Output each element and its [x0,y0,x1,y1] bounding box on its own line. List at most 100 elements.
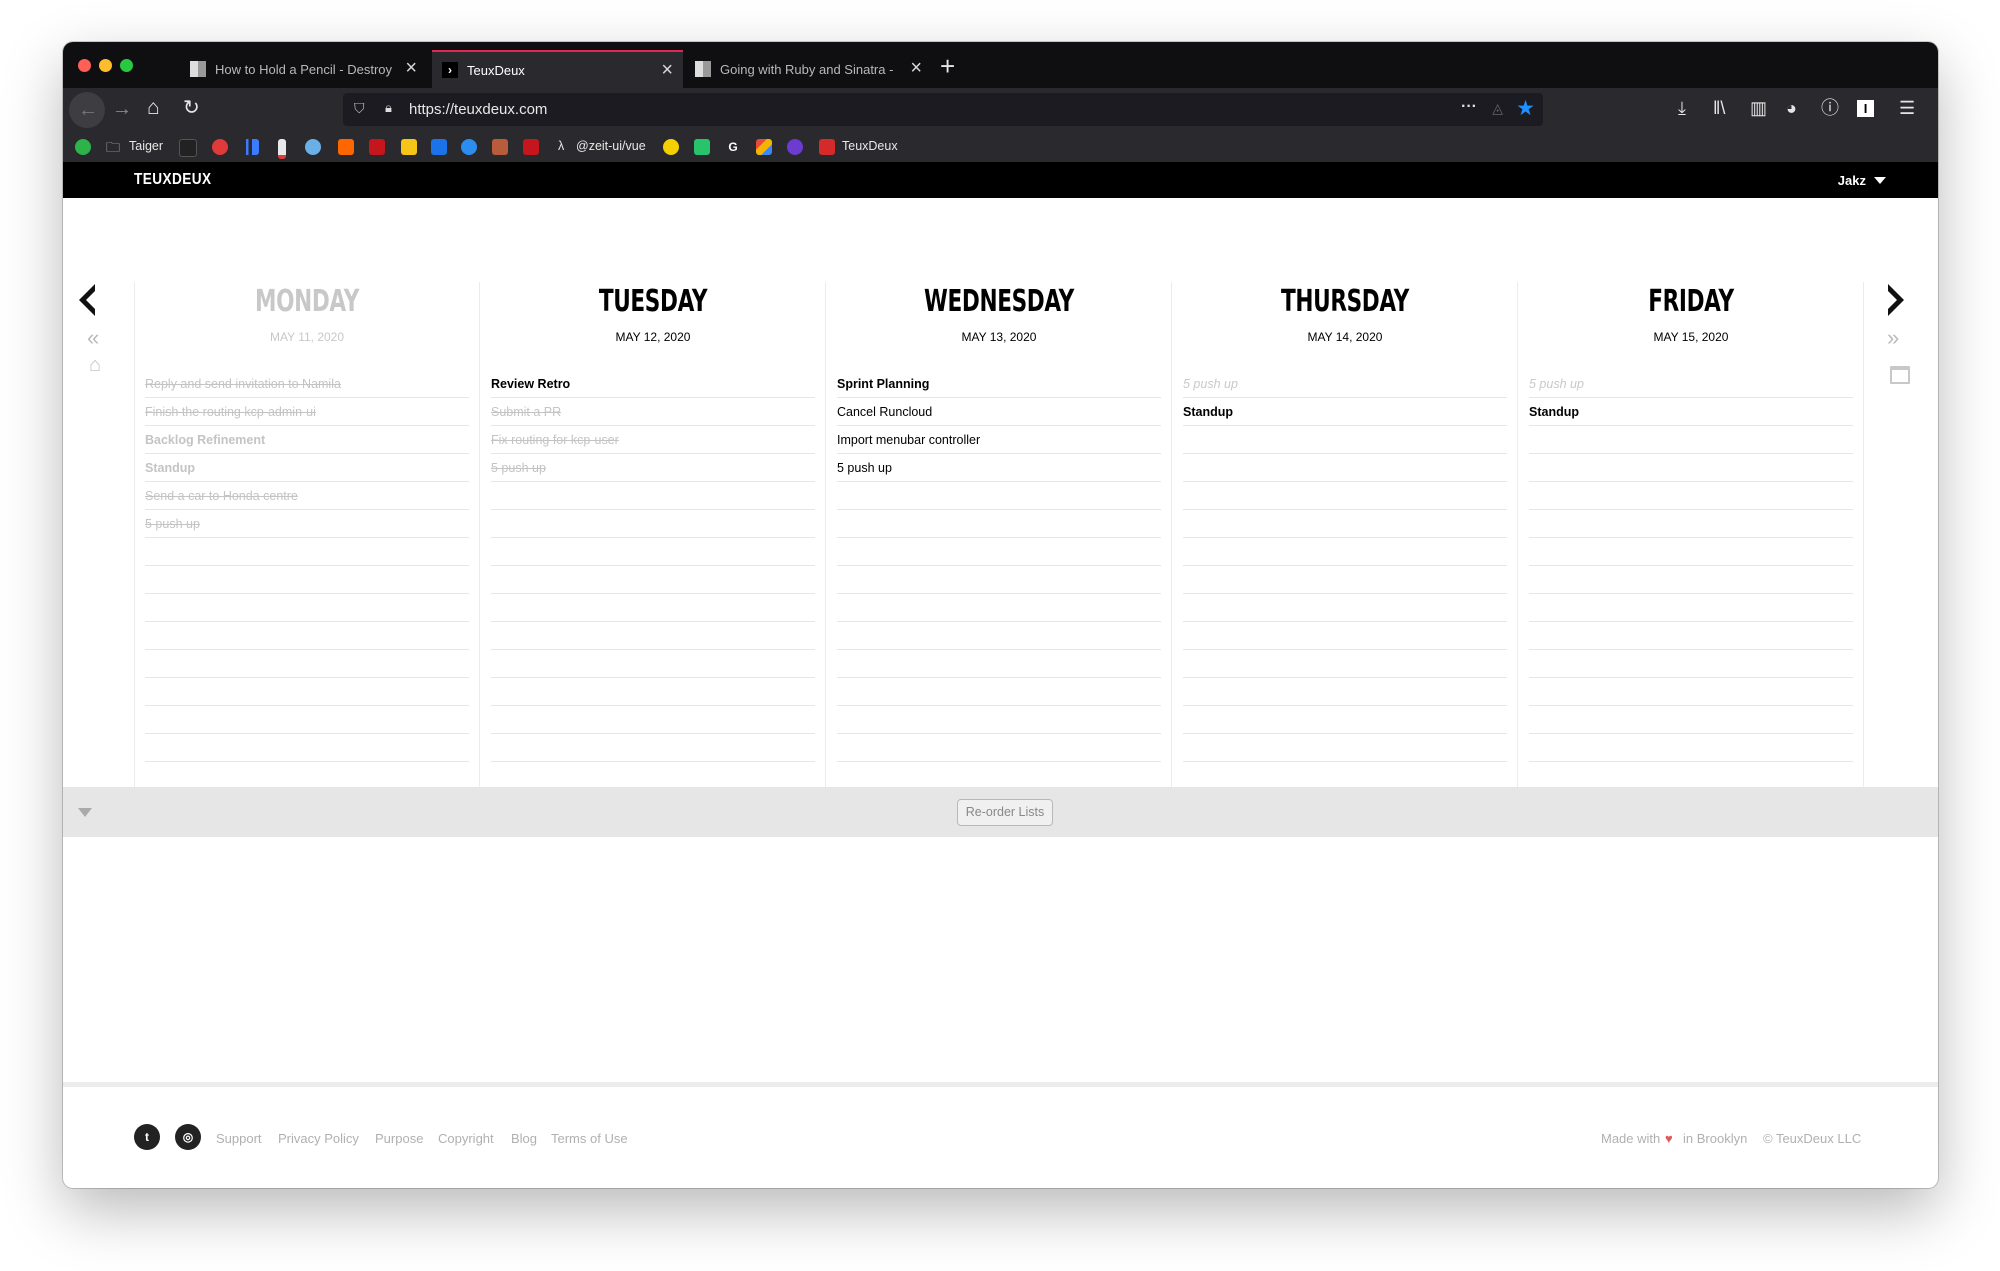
empty-todo-line[interactable] [837,482,1161,510]
empty-todo-line[interactable] [1183,678,1507,706]
empty-todo-line[interactable] [837,622,1161,650]
empty-todo-line[interactable] [491,538,815,566]
tab-teuxdeux[interactable]: › TeuxDeux × [432,50,683,88]
bookmark-teuxdeux[interactable]: TeuxDeux [842,139,898,153]
user-menu[interactable]: Jakz [1838,173,1866,188]
instagram-icon[interactable]: ◎ [175,1124,201,1150]
empty-todo-line[interactable] [145,678,469,706]
bookmark-people-icon[interactable] [492,139,508,155]
twitter-icon[interactable]: t [134,1124,160,1150]
todo-item[interactable]: Backlog Refinement [145,426,469,454]
empty-todo-line[interactable] [1183,482,1507,510]
day-name[interactable]: TUESDAY [528,284,777,319]
previous-week-icon[interactable]: « [87,325,99,351]
library-icon[interactable]: ‖\ [1713,99,1725,117]
bookmark-m-icon[interactable] [369,139,385,155]
todo-item[interactable]: Import menubar controller [837,426,1161,454]
close-tab-icon[interactable]: × [405,58,417,78]
empty-todo-line[interactable] [491,762,815,790]
empty-todo-line[interactable] [491,482,815,510]
close-tab-icon[interactable]: × [661,60,673,80]
empty-todo-line[interactable] [1529,594,1853,622]
todo-item[interactable]: Fix routing for kcp-user [491,426,815,454]
empty-todo-line[interactable] [837,734,1161,762]
bookmark-stack-icon[interactable] [179,139,197,157]
collapse-triangle-icon[interactable] [78,808,92,817]
home-icon[interactable]: ⌂ [147,97,160,118]
empty-todo-line[interactable] [145,650,469,678]
empty-todo-line[interactable] [1183,734,1507,762]
empty-todo-line[interactable] [1183,538,1507,566]
empty-todo-line[interactable] [1183,454,1507,482]
teuxdeux-logo[interactable]: TEUXDEUX [134,171,211,189]
lock-icon[interactable]: 🔒︎ [385,100,392,116]
empty-todo-line[interactable] [491,706,815,734]
today-home-icon[interactable]: ⌂ [89,354,101,377]
todo-item[interactable]: Standup [145,454,469,482]
todo-item[interactable]: Submit a PR [491,398,815,426]
bookmark-green-icon[interactable] [75,139,91,155]
bookmark-red-icon[interactable] [212,139,228,155]
empty-todo-line[interactable] [491,622,815,650]
empty-todo-line[interactable] [1183,650,1507,678]
bookmark-tree-icon[interactable] [305,139,321,155]
empty-todo-line[interactable] [837,566,1161,594]
bookmark-box-icon[interactable] [756,139,772,155]
empty-todo-line[interactable] [837,594,1161,622]
empty-todo-line[interactable] [1183,426,1507,454]
back-button[interactable]: ← [69,92,105,128]
day-name[interactable]: THURSDAY [1220,284,1469,319]
lambda-icon[interactable]: λ [558,139,564,153]
page-actions-icon[interactable]: ··· [1461,98,1477,116]
folder-icon[interactable]: 🗀︎ [106,137,120,161]
bookmark-hn-icon[interactable] [338,139,354,155]
extension-info-icon[interactable]: ⓘ [1821,99,1839,117]
empty-todo-line[interactable] [145,734,469,762]
empty-todo-line[interactable] [1183,622,1507,650]
url-bar[interactable]: ⛉ 🔒︎ https://teuxdeux.com ··· ◬ ★ [343,93,1543,126]
todo-item[interactable]: Cancel Runcloud [837,398,1161,426]
empty-todo-line[interactable] [1529,454,1853,482]
empty-todo-line[interactable] [491,678,815,706]
url-text[interactable]: https://teuxdeux.com [409,101,547,118]
todo-item[interactable]: Send a car to Honda centre [145,482,469,510]
tab-ruby-sinatra[interactable]: Going with Ruby and Sinatra - × [685,50,932,88]
todo-item[interactable]: 5 push up [145,510,469,538]
day-name[interactable]: WEDNESDAY [874,284,1123,319]
empty-todo-line[interactable] [1529,734,1853,762]
calendar-icon[interactable] [1890,366,1910,384]
empty-todo-line[interactable] [837,650,1161,678]
todo-item[interactable]: Review Retro [491,370,815,398]
todo-item[interactable]: Standup [1529,398,1853,426]
empty-todo-line[interactable] [837,678,1161,706]
empty-todo-line[interactable] [1529,538,1853,566]
empty-todo-line[interactable] [1183,762,1507,790]
empty-todo-line[interactable] [1183,706,1507,734]
user-menu-caret-icon[interactable] [1874,177,1886,184]
bookmark-calendar-icon[interactable] [431,139,447,155]
empty-todo-line[interactable] [1183,566,1507,594]
empty-todo-line[interactable] [491,650,815,678]
empty-todo-line[interactable] [145,706,469,734]
bookmark-zeit-ui[interactable]: @zeit-ui/vue [576,139,646,153]
bookmark-e-icon[interactable] [461,139,477,155]
empty-todo-line[interactable] [1529,510,1853,538]
day-name[interactable]: MONDAY [182,284,431,319]
bookmark-doc-icon[interactable] [278,139,286,159]
empty-todo-line[interactable] [837,538,1161,566]
bookmark-star-icon[interactable]: ★ [1516,96,1535,121]
tracking-shield-icon[interactable]: ⛉ [354,100,365,117]
todo-item[interactable]: Sprint Planning [837,370,1161,398]
bookmark-g-icon[interactable]: G [725,139,741,155]
empty-todo-line[interactable] [1529,706,1853,734]
empty-todo-line[interactable] [491,594,815,622]
footer-link-privacy[interactable]: Privacy Policy [278,1131,359,1146]
bookmark-chart-icon[interactable] [243,139,259,155]
next-week-icon[interactable]: » [1887,325,1899,351]
todo-item[interactable]: Reply and send invitation to Namila [145,370,469,398]
footer-link-blog[interactable]: Blog [511,1131,537,1146]
bookmark-m2-icon[interactable] [523,139,539,155]
bookmark-teuxdeux-icon[interactable] [819,139,835,155]
todo-item[interactable]: Finish the routing kcp-admin-ui [145,398,469,426]
bookmark-terminal-icon[interactable] [694,139,710,155]
